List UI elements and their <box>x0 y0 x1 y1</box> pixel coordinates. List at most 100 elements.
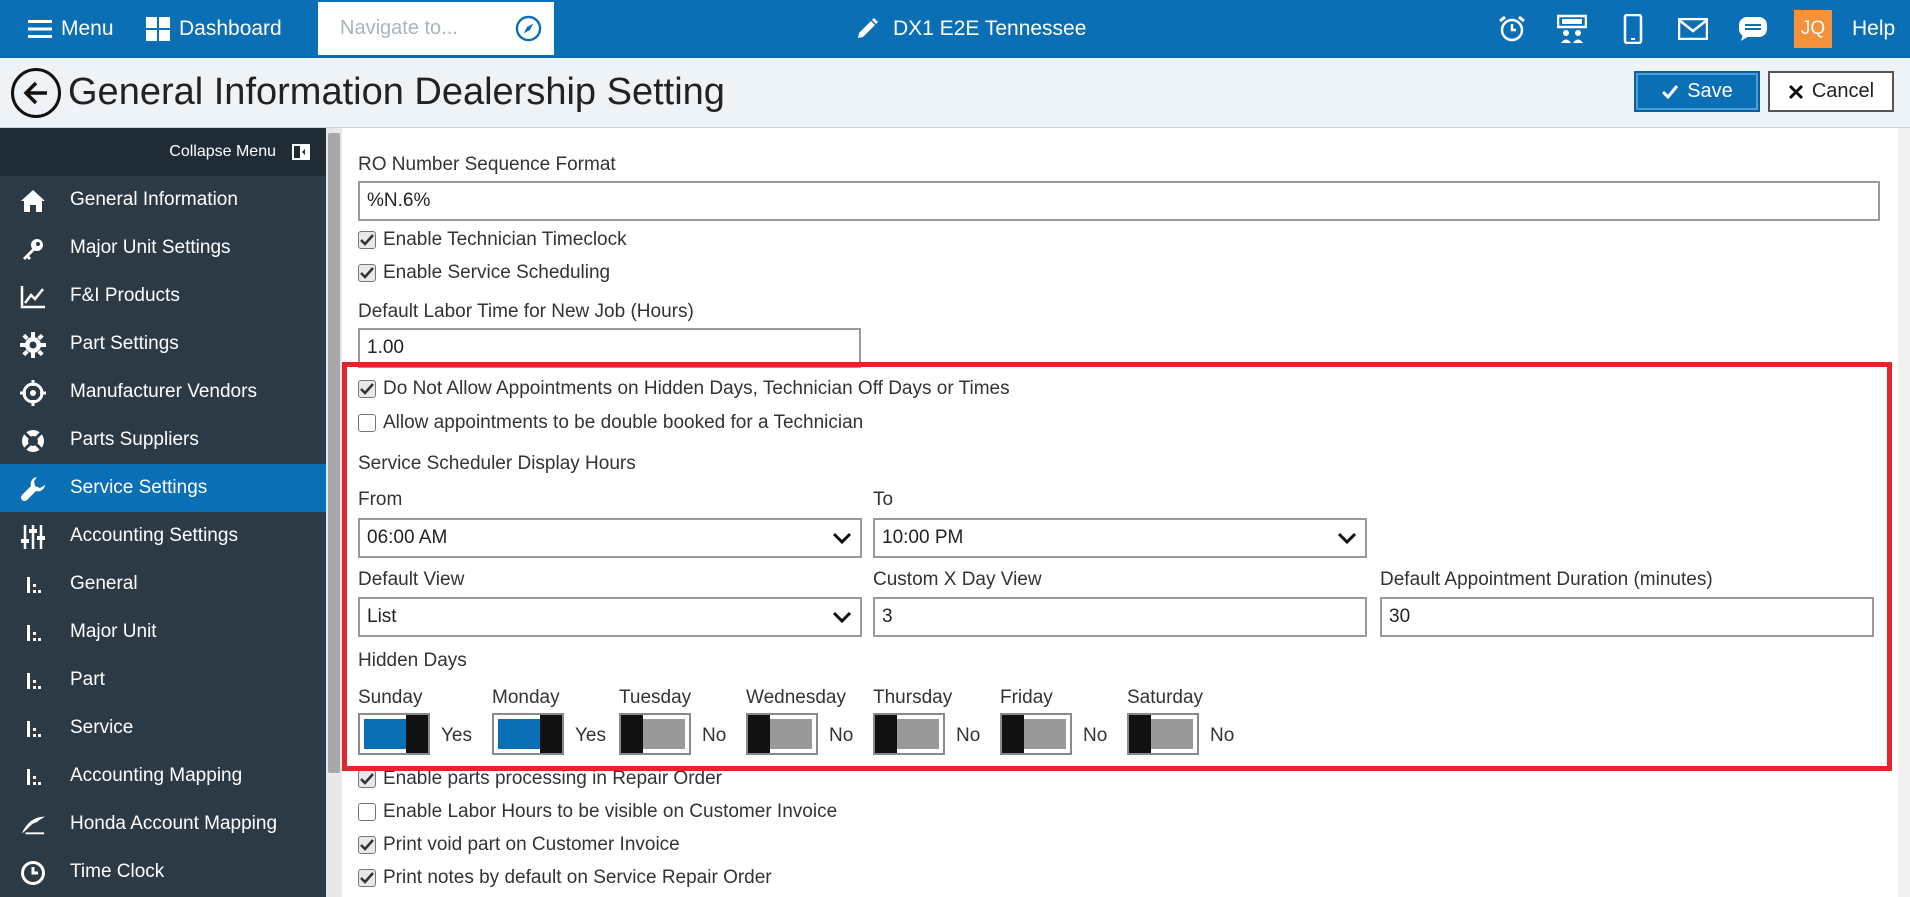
content-scrollbar[interactable] <box>1898 128 1910 897</box>
double-book-row: Allow appointments to be double booked f… <box>358 412 863 434</box>
sidebar-item-parts-suppliers[interactable]: Parts Suppliers <box>0 416 326 464</box>
sidebar-item-label: Parts Suppliers <box>70 429 199 450</box>
collapse-menu-button[interactable]: Collapse Menu <box>0 128 326 176</box>
chat-button[interactable] <box>1738 0 1768 58</box>
menu-button[interactable]: Menu <box>28 0 114 58</box>
user-avatar[interactable]: JQ <box>1794 10 1832 48</box>
chevron-down-icon <box>1337 532 1357 545</box>
sidebar-item-fi-products[interactable]: F&I Products <box>0 272 326 320</box>
back-button[interactable] <box>11 68 61 118</box>
cancel-button[interactable]: Cancel <box>1768 71 1894 112</box>
sidebar-item-label: Part <box>70 669 105 690</box>
pencil-icon <box>858 18 878 38</box>
toggle-knob <box>621 715 643 753</box>
sidebar-item-label: General <box>70 573 138 594</box>
toggle-state-friday: No <box>1083 725 1108 746</box>
sidebar: Collapse Menu General Information Major … <box>0 128 326 897</box>
toggle-monday[interactable] <box>492 713 564 755</box>
toggle-sunday[interactable] <box>358 713 430 755</box>
save-button[interactable]: Save <box>1634 71 1760 112</box>
toggle-state-wednesday: No <box>829 725 854 746</box>
sidebar-item-time-clock[interactable]: Time Clock <box>0 848 326 896</box>
check-icon <box>360 234 374 246</box>
day-label-monday: Monday <box>492 687 560 708</box>
hidden-days-label: Hidden Days <box>358 650 467 671</box>
toggle-knob <box>540 715 562 753</box>
timeclock-checkbox[interactable] <box>358 231 376 249</box>
sidebar-scrollbar-thumb[interactable] <box>328 133 340 773</box>
mail-button[interactable] <box>1678 0 1708 58</box>
toggle-saturday[interactable] <box>1127 713 1199 755</box>
double-book-checkbox[interactable] <box>358 414 376 432</box>
print-notes-row: Print notes by default on Service Repair… <box>358 867 772 889</box>
default-view-label: Default View <box>358 569 465 590</box>
sidebar-item-part[interactable]: Part <box>0 656 326 704</box>
display-hours-label: Service Scheduler Display Hours <box>358 453 636 474</box>
print-void-checkbox[interactable] <box>358 836 376 854</box>
no-hidden-appts-label: Do Not Allow Appointments on Hidden Days… <box>383 378 1010 399</box>
sub-item-icon <box>20 764 46 790</box>
close-icon <box>1788 84 1803 99</box>
parts-processing-checkbox[interactable] <box>358 770 376 788</box>
from-select[interactable]: 06:00 AM <box>358 518 862 558</box>
toggle-knob <box>1002 715 1024 753</box>
ro-format-input[interactable] <box>358 181 1880 221</box>
sidebar-item-label: Honda Account Mapping <box>70 813 278 834</box>
day-label-friday: Friday <box>1000 687 1053 708</box>
to-select[interactable]: 10:00 PM <box>873 518 1367 558</box>
from-label: From <box>358 489 403 510</box>
toggle-friday[interactable] <box>1000 713 1072 755</box>
print-notes-checkbox[interactable] <box>358 869 376 887</box>
compass-icon[interactable] <box>515 15 542 42</box>
sidebar-item-general-information[interactable]: General Information <box>0 176 326 224</box>
default-view-select[interactable]: List <box>358 597 862 637</box>
timeclock-label: Enable Technician Timeclock <box>383 229 627 250</box>
no-hidden-appts-checkbox[interactable] <box>358 380 376 398</box>
mobile-button[interactable] <box>1623 0 1643 58</box>
store-title[interactable]: DX1 E2E Tennessee <box>855 0 1086 58</box>
gear-icon <box>20 332 46 358</box>
toggle-state-saturday: No <box>1210 725 1235 746</box>
help-link[interactable]: Help <box>1852 0 1895 58</box>
labor-visible-checkbox[interactable] <box>358 803 376 821</box>
customer-button[interactable] <box>1557 0 1587 58</box>
scheduling-checkbox[interactable] <box>358 264 376 282</box>
hamburger-icon <box>28 20 52 38</box>
default-duration-label: Default Appointment Duration (minutes) <box>1380 569 1713 590</box>
toggle-thursday[interactable] <box>873 713 945 755</box>
sidebar-item-part-settings[interactable]: Part Settings <box>0 320 326 368</box>
sidebar-item-honda-account-mapping[interactable]: Honda Account Mapping <box>0 800 326 848</box>
toggle-tuesday[interactable] <box>619 713 691 755</box>
chevron-down-icon <box>832 611 852 624</box>
chevron-down-icon <box>832 532 852 545</box>
navigate-box <box>318 2 554 55</box>
sidebar-item-major-unit[interactable]: Major Unit <box>0 608 326 656</box>
sidebar-item-label: Time Clock <box>70 861 165 882</box>
sidebar-item-major-unit-settings[interactable]: Major Unit Settings <box>0 224 326 272</box>
default-labor-label: Default Labor Time for New Job (Hours) <box>358 301 694 322</box>
sidebar-item-general[interactable]: General <box>0 560 326 608</box>
toggle-wednesday[interactable] <box>746 713 818 755</box>
alarm-button[interactable] <box>1497 0 1527 58</box>
sidebar-item-label: F&I Products <box>70 285 180 306</box>
scheduling-row: Enable Service Scheduling <box>358 262 610 284</box>
clock-icon <box>20 860 46 886</box>
dashboard-button[interactable]: Dashboard <box>146 0 282 58</box>
sliders-icon <box>20 524 46 550</box>
dashboard-label: Dashboard <box>179 17 282 40</box>
sub-item-icon <box>20 716 46 742</box>
sidebar-item-accounting-settings[interactable]: Accounting Settings <box>0 512 326 560</box>
default-view-value: List <box>367 606 397 627</box>
default-duration-input[interactable] <box>1380 597 1874 637</box>
sidebar-item-service-settings[interactable]: Service Settings <box>0 464 326 512</box>
sidebar-item-service[interactable]: Service <box>0 704 326 752</box>
sidebar-item-label: Service Settings <box>70 477 208 498</box>
sidebar-item-manufacturer-vendors[interactable]: Manufacturer Vendors <box>0 368 326 416</box>
print-void-row: Print void part on Customer Invoice <box>358 834 680 856</box>
scheduling-label: Enable Service Scheduling <box>383 262 611 283</box>
sidebar-item-accounting-mapping[interactable]: Accounting Mapping <box>0 752 326 800</box>
custom-x-input[interactable] <box>873 597 1367 637</box>
store-title-text: DX1 E2E Tennessee <box>893 17 1087 40</box>
chat-icon <box>1739 17 1767 41</box>
default-labor-input[interactable] <box>358 328 861 368</box>
